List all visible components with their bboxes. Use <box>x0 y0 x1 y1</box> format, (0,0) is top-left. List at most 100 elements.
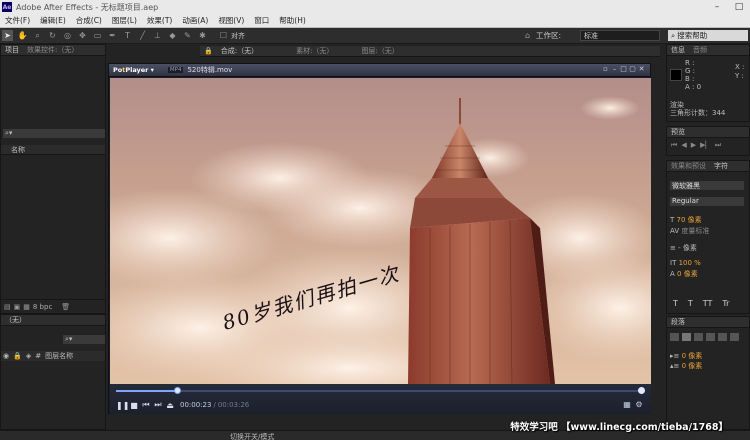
snap-checkbox-icon[interactable]: ☐ <box>218 30 229 41</box>
font-size-value[interactable]: 70 像素 <box>677 216 702 224</box>
workspace-select[interactable]: 标准 <box>580 30 660 41</box>
preview-controls: ⏮ ◀ ▶ ▶▏ ⏭ <box>671 141 721 150</box>
menu-help[interactable]: 帮助(H) <box>274 15 311 26</box>
minimize-button[interactable]: – <box>706 0 728 14</box>
hand-tool-icon[interactable]: ✋ <box>17 30 28 41</box>
tab-effects-presets[interactable]: 效果和预设 <box>667 161 710 171</box>
video-frame[interactable]: 80岁我们再拍一次 <box>110 78 651 384</box>
next-icon[interactable]: ⏭ <box>152 400 164 410</box>
layer-name-header[interactable]: 图层名称 <box>45 351 73 361</box>
font-family-select[interactable]: 微软雅黑 <box>670 181 744 190</box>
tab-timeline[interactable]: （无） <box>1 315 30 325</box>
pin-icon[interactable]: ▫ <box>601 65 610 73</box>
lock-icon[interactable]: 🔒 <box>200 47 217 55</box>
xy-readout: X : Y : <box>735 63 744 81</box>
menu-view[interactable]: 视图(V) <box>213 15 249 26</box>
eject-icon[interactable]: ⏏ <box>164 401 176 410</box>
space-before-value[interactable]: 0 像素 <box>682 362 703 370</box>
brush-tool-icon[interactable]: ╱ <box>137 30 148 41</box>
menu-animation[interactable]: 动画(A) <box>177 15 213 26</box>
puppet-tool-icon[interactable]: ✱ <box>197 30 208 41</box>
first-frame-icon[interactable]: ⏮ <box>671 141 677 150</box>
eraser-tool-icon[interactable]: ◆ <box>167 30 178 41</box>
justify-left-icon[interactable] <box>706 333 715 341</box>
zoom-tool-icon[interactable]: ⌕ <box>32 30 43 41</box>
justify-right-icon[interactable] <box>730 333 739 341</box>
rectangle-tool-icon[interactable]: ▭ <box>92 30 103 41</box>
pan-behind-tool-icon[interactable]: ✥ <box>77 30 88 41</box>
faux-bold-button[interactable]: T <box>673 299 678 308</box>
last-frame-icon[interactable]: ⏭ <box>715 141 721 150</box>
visibility-icon[interactable]: ◉ <box>3 352 9 360</box>
playlist-icon[interactable]: ▦ <box>621 400 633 409</box>
clone-stamp-tool-icon[interactable]: ⊥ <box>152 30 163 41</box>
bpc-label[interactable]: 8 bpc <box>33 303 52 311</box>
prev-frame-icon[interactable]: ◀ <box>681 141 686 150</box>
viewer-tabbar: 🔒 合成:（无） 素材:（无） 图层:（无） <box>200 46 660 57</box>
toggle-switches-modes-button[interactable]: 切换开关/模式 <box>230 432 274 440</box>
rotate-tool-icon[interactable]: ↻ <box>47 30 58 41</box>
align-center-icon[interactable] <box>682 333 691 341</box>
lock-column-icon[interactable]: 🔒 <box>13 352 22 360</box>
tab-footage[interactable]: 素材:（无） <box>292 46 337 56</box>
player-titlebar[interactable]: PotPlayer ▾ MP4 520特辑.mov ▫ – □ ▢ ✕ <box>109 64 650 77</box>
project-search-input[interactable]: ⌕▾ <box>3 129 105 138</box>
leading-value[interactable]: - 像素 <box>678 244 697 252</box>
menu-layer[interactable]: 图层(L) <box>107 15 142 26</box>
type-tool-icon[interactable]: T <box>122 30 133 41</box>
player-minimize-icon[interactable]: – <box>610 65 619 73</box>
tab-character[interactable]: 字符 <box>710 161 732 171</box>
selection-tool-icon[interactable]: ➤ <box>2 30 13 41</box>
font-style-select[interactable]: Regular <box>670 197 744 206</box>
roto-brush-tool-icon[interactable]: ✎ <box>182 30 193 41</box>
potplayer-logo[interactable]: PotPlayer ▾ <box>113 66 154 74</box>
new-folder-icon[interactable]: ▣ <box>14 303 21 311</box>
menu-file[interactable]: 文件(F) <box>0 15 35 26</box>
previous-icon[interactable]: ⏮ <box>140 400 152 410</box>
tab-layer[interactable]: 图层:（无） <box>357 46 402 56</box>
name-column-header[interactable]: 名称 <box>1 146 25 154</box>
new-comp-icon[interactable]: ▦ <box>23 303 30 311</box>
menu-effect[interactable]: 效果(T) <box>142 15 177 26</box>
player-maximize-icon[interactable]: ▢ <box>628 65 637 73</box>
play-icon[interactable]: ▶ <box>691 141 696 150</box>
player-restore-icon[interactable]: □ <box>619 65 628 73</box>
baseline-shift-value[interactable]: 0 像素 <box>677 270 698 278</box>
volume-knob[interactable] <box>638 387 645 394</box>
menu-edit[interactable]: 编辑(E) <box>35 15 71 26</box>
tab-project[interactable]: 项目 <box>1 45 23 55</box>
settings-gear-icon[interactable]: ⚙ <box>633 400 645 409</box>
trash-icon[interactable]: 🗑 <box>61 303 70 311</box>
maximize-button[interactable]: □ <box>728 0 750 14</box>
player-close-icon[interactable]: ✕ <box>637 65 646 73</box>
align-left-icon[interactable] <box>670 333 679 341</box>
align-right-icon[interactable] <box>694 333 703 341</box>
interpret-footage-icon[interactable]: ▤ <box>4 303 11 311</box>
camera-tool-icon[interactable]: ◎ <box>62 30 73 41</box>
search-help-input[interactable]: ⌕ 搜索帮助 <box>668 30 748 41</box>
tab-composition[interactable]: 合成:（无） <box>217 46 262 56</box>
tab-audio[interactable]: 音频 <box>689 45 711 55</box>
pen-tool-icon[interactable]: ✒ <box>107 30 118 41</box>
seek-knob[interactable] <box>173 387 181 394</box>
timeline-search-input[interactable]: ⌕▾ <box>63 335 105 344</box>
justify-center-icon[interactable] <box>718 333 727 341</box>
small-caps-button[interactable]: Tr <box>722 299 729 308</box>
tab-preview[interactable]: 预览 <box>667 127 689 137</box>
label-icon[interactable]: ◈ <box>26 352 31 360</box>
indent-left-value[interactable]: 0 像素 <box>682 352 703 360</box>
stop-icon[interactable]: ■ <box>128 401 140 410</box>
menu-window[interactable]: 窗口 <box>249 15 274 26</box>
all-caps-button[interactable]: TT <box>703 299 713 308</box>
pause-icon[interactable]: ❚❚ <box>116 401 129 410</box>
menu-composition[interactable]: 合成(C) <box>71 15 107 26</box>
seek-bar[interactable] <box>116 387 645 394</box>
tracking-value[interactable]: 度量标准 <box>681 227 709 235</box>
vr-icon[interactable]: ⌂ <box>522 30 533 41</box>
vertical-scale-value[interactable]: 100 % <box>679 259 701 267</box>
tab-paragraph[interactable]: 段落 <box>667 317 689 327</box>
faux-italic-button[interactable]: T <box>688 299 693 308</box>
tab-info[interactable]: 信息 <box>667 45 689 55</box>
next-frame-icon[interactable]: ▶▏ <box>700 141 711 150</box>
tab-effect-controls[interactable]: 效果控件:（无） <box>23 45 82 55</box>
